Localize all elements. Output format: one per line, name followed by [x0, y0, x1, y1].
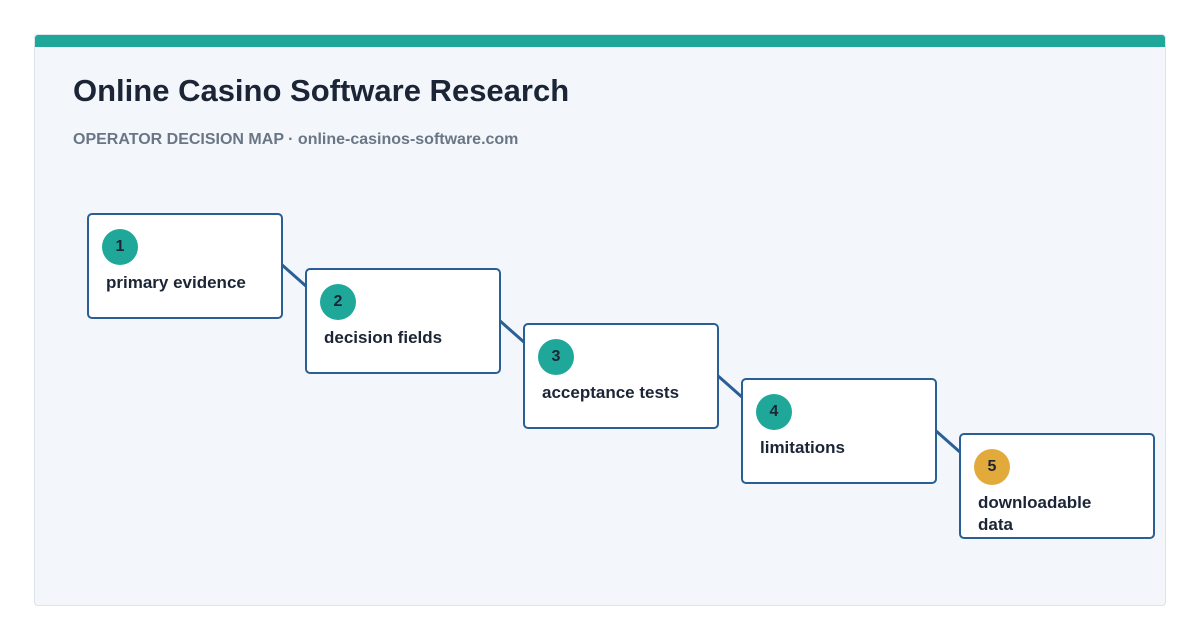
step-4-badge: 4 — [756, 394, 792, 430]
page-subtitle: OPERATOR DECISION MAP · online-casinos-s… — [73, 131, 519, 148]
page-title: Online Casino Software Research — [73, 73, 570, 108]
step-5-badge: 5 — [974, 449, 1010, 485]
step-4-label: limitations — [760, 438, 846, 457]
step-3-box: 3 acceptance tests — [523, 323, 719, 429]
step-3-label: acceptance tests — [542, 383, 680, 402]
step-2-box: 2 decision fields — [305, 268, 501, 374]
step-5-label: downloadable data — [978, 493, 1092, 534]
step-1-badge: 1 — [102, 229, 138, 265]
step-2-label: decision fields — [324, 328, 443, 347]
step-1-box: 1 primary evidence — [87, 213, 283, 319]
step-2-badge: 2 — [320, 284, 356, 320]
step-4-box: 4 limitations — [741, 378, 937, 484]
step-1-label: primary evidence — [106, 273, 246, 292]
accent-bar — [35, 35, 1165, 47]
step-3-badge: 3 — [538, 339, 574, 375]
step-5-box: 5 downloadable data — [959, 433, 1155, 539]
